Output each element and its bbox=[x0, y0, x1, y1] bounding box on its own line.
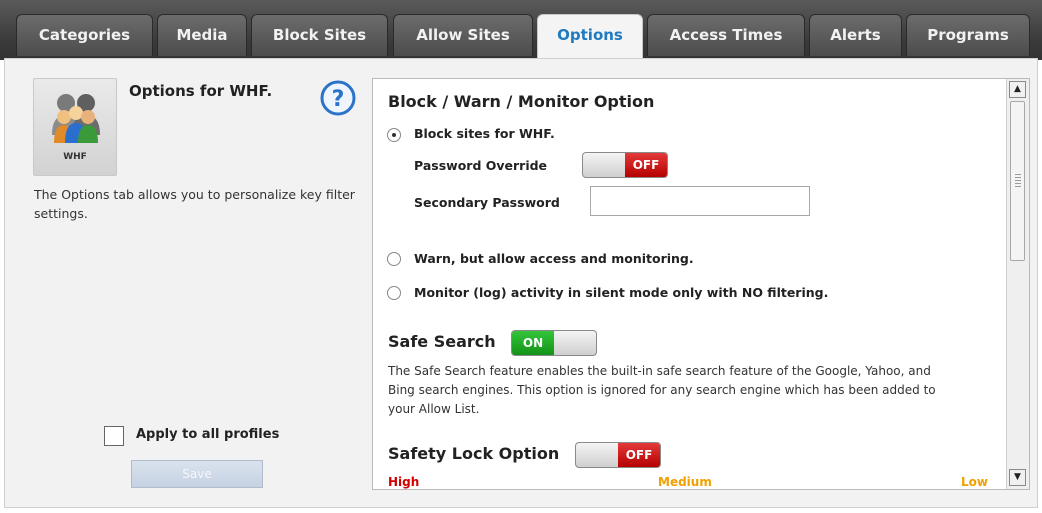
tab-programs[interactable]: Programs bbox=[906, 14, 1030, 56]
scroll-thumb[interactable] bbox=[1010, 101, 1025, 261]
apply-to-all-checkbox[interactable] bbox=[104, 426, 124, 446]
monitor-radio[interactable] bbox=[387, 286, 401, 300]
block-sites-radio[interactable] bbox=[387, 128, 401, 142]
tab-alerts[interactable]: Alerts bbox=[809, 14, 902, 56]
tab-media[interactable]: Media bbox=[157, 14, 247, 56]
svg-text:?: ? bbox=[332, 87, 345, 112]
password-override-toggle[interactable]: OFF bbox=[582, 152, 668, 178]
tab-block-sites[interactable]: Block Sites bbox=[251, 14, 388, 56]
safety-lock-toggle[interactable]: OFF bbox=[575, 442, 661, 468]
scroll-down-button[interactable]: ▼ bbox=[1009, 469, 1026, 486]
safe-search-toggle[interactable]: ON bbox=[511, 330, 597, 356]
warn-radio[interactable] bbox=[387, 252, 401, 266]
question-mark-icon[interactable]: ? bbox=[320, 80, 356, 116]
safety-lock-title: Safety Lock Option bbox=[388, 444, 560, 463]
tab-bar: Categories Media Block Sites Allow Sites… bbox=[0, 0, 1042, 60]
tab-options[interactable]: Options bbox=[537, 14, 643, 60]
save-button[interactable]: Save bbox=[131, 460, 263, 488]
panel-scrollbar[interactable]: ▲ ▼ bbox=[1006, 79, 1029, 489]
secondary-password-label: Secondary Password bbox=[414, 195, 560, 210]
tab-allow-sites[interactable]: Allow Sites bbox=[393, 14, 533, 56]
safety-lock-state: OFF bbox=[618, 443, 660, 467]
options-description: The Options tab allows you to personaliz… bbox=[34, 187, 355, 221]
secondary-password-input[interactable] bbox=[590, 186, 810, 216]
safe-search-title: Safe Search bbox=[388, 332, 496, 351]
level-medium-label: Medium bbox=[658, 475, 712, 489]
apply-to-all-label: Apply to all profiles bbox=[136, 427, 280, 442]
profile-title: Options for WHF. bbox=[129, 82, 273, 100]
profile-avatar: WHF bbox=[33, 78, 117, 176]
users-group-icon bbox=[52, 94, 100, 143]
password-override-label: Password Override bbox=[414, 158, 548, 173]
safe-search-state: ON bbox=[512, 331, 554, 355]
tab-categories[interactable]: Categories bbox=[16, 14, 153, 56]
block-warn-monitor-title: Block / Warn / Monitor Option bbox=[388, 92, 655, 111]
block-sites-label: Block sites for WHF. bbox=[414, 126, 555, 141]
tab-access-times[interactable]: Access Times bbox=[647, 14, 805, 56]
avatar-label: WHF bbox=[63, 152, 87, 162]
level-high-label: High bbox=[388, 475, 420, 489]
level-low-label: Low bbox=[961, 475, 988, 489]
monitor-label: Monitor (log) activity in silent mode on… bbox=[414, 285, 829, 300]
scroll-grip-icon bbox=[1015, 174, 1021, 188]
password-override-state: OFF bbox=[625, 153, 667, 177]
scroll-up-button[interactable]: ▲ bbox=[1009, 81, 1026, 98]
warn-label: Warn, but allow access and monitoring. bbox=[414, 251, 694, 266]
safe-search-description: The Safe Search feature enables the buil… bbox=[388, 364, 936, 416]
